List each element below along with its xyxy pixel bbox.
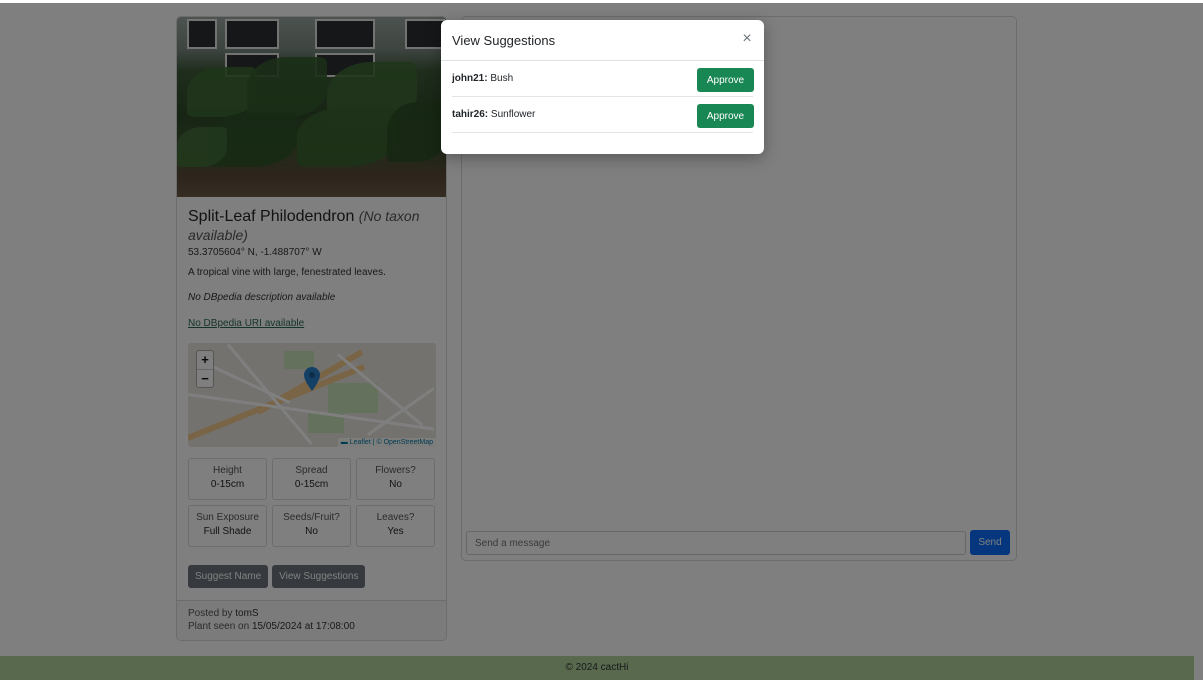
suggestion-text: tahir26: Sunflower bbox=[452, 97, 535, 133]
modal-header: View Suggestions × bbox=[441, 20, 764, 61]
approve-button[interactable]: Approve bbox=[697, 68, 754, 92]
suggestion-user: tahir26: bbox=[452, 109, 489, 120]
suggestion-text: john21: Bush bbox=[452, 61, 513, 97]
suggestion-name: Bush bbox=[487, 73, 514, 84]
suggestions-modal: View Suggestions × john21: Bush Approve … bbox=[441, 20, 764, 154]
modal-title: View Suggestions bbox=[452, 33, 556, 48]
approve-button[interactable]: Approve bbox=[697, 104, 754, 128]
close-icon[interactable]: × bbox=[739, 31, 755, 48]
suggestion-item: john21: Bush Approve bbox=[452, 61, 754, 97]
suggestion-name: Sunflower bbox=[488, 109, 536, 120]
suggestion-user: john21: bbox=[452, 73, 488, 84]
suggestion-list: john21: Bush Approve tahir26: Sunflower … bbox=[441, 61, 764, 133]
suggestion-item: tahir26: Sunflower Approve bbox=[452, 97, 754, 133]
